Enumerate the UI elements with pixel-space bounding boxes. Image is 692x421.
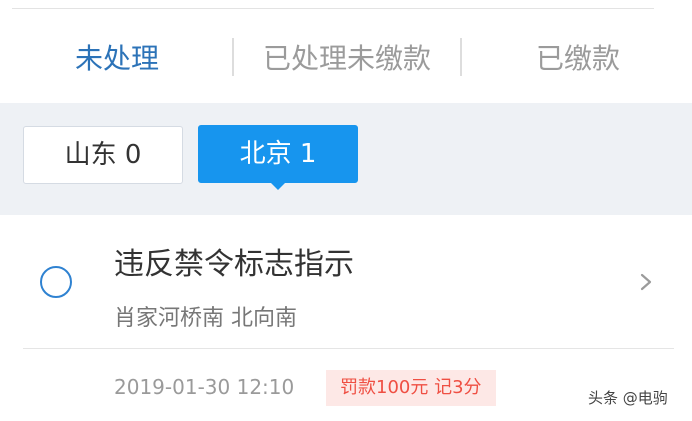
tab-pending[interactable]: 未处理: [75, 37, 159, 81]
region-beijing-button[interactable]: 北京 1: [198, 125, 358, 183]
violation-location: 肖家河桥南 北向南: [114, 306, 297, 331]
tab-separator: [232, 38, 234, 76]
region-shandong-button[interactable]: 山东 0: [23, 126, 183, 184]
selected-region-pointer: [270, 182, 286, 190]
region-selector: 山东 0 北京 1: [0, 103, 692, 215]
top-divider: [12, 8, 654, 9]
penalty-badge: 罚款100元 记3分: [326, 370, 496, 406]
card-divider: [23, 348, 674, 349]
status-tabs-bar: 未处理 已处理未缴款 已缴款: [0, 0, 692, 103]
violation-datetime: 2019-01-30 12:10: [114, 375, 295, 399]
chevron-right-icon[interactable]: [637, 273, 655, 291]
violation-card[interactable]: 违反禁令标志指示 肖家河桥南 北向南 2019-01-30 12:10 罚款10…: [0, 215, 692, 421]
tab-paid[interactable]: 已缴款: [536, 37, 620, 81]
selection-circle-icon[interactable]: [40, 266, 72, 298]
tab-processed-unpaid[interactable]: 已处理未缴款: [263, 37, 431, 81]
tab-separator: [460, 38, 462, 76]
violation-title: 违反禁令标志指示: [114, 247, 354, 282]
watermark-text: 头条 @电驹: [588, 389, 668, 407]
